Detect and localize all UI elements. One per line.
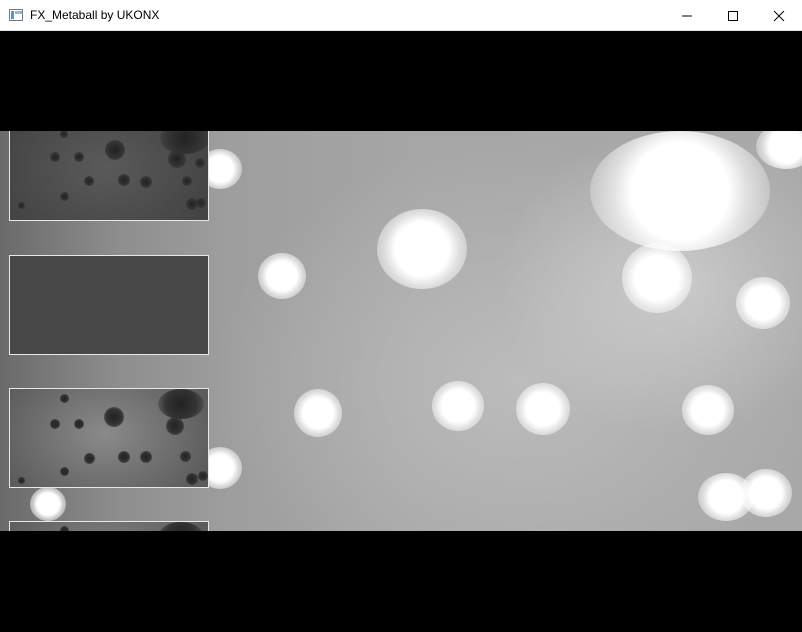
thumb-dot [195,158,205,168]
window-title: FX_Metaball by UKONX [30,8,160,22]
app-window-icon [9,9,23,21]
thumb-dot [166,417,184,435]
thumb-dot [50,419,60,429]
thumb-dot [18,202,25,209]
thumb-dot [180,451,191,462]
metaball [590,131,770,251]
title-bar[interactable]: FX_Metaball by UKONX [0,0,802,31]
thumb-dot [60,394,69,403]
metaball [622,243,692,313]
thumb-dot [168,150,186,168]
thumb-dot [158,389,204,419]
thumb-dot [60,467,69,476]
metaball [736,277,790,329]
thumb-dot [196,198,206,208]
minimize-button[interactable] [664,0,710,31]
thumb-dot [105,140,125,160]
thumb-dot [84,176,94,186]
thumbnail-panel[interactable] [9,255,209,355]
metaball [294,389,342,437]
thumb-dot [186,473,198,485]
metaball [258,253,306,299]
close-button[interactable] [756,0,802,31]
thumbnail-panel[interactable] [9,521,209,531]
letterbox-bottom [0,531,802,632]
metaball [740,469,792,517]
thumb-dot [198,471,208,481]
thumb-dot [118,451,130,463]
thumb-dot [60,192,69,201]
thumb-dot [118,174,130,186]
thumb-dot [18,477,25,484]
close-icon [773,10,785,22]
thumb-dot [160,131,208,154]
thumbnail-panel[interactable] [9,131,209,221]
thumb-dot [74,419,84,429]
thumb-dot [158,522,204,531]
metaball [756,131,802,169]
thumb-dot [74,152,84,162]
metaball [432,381,484,431]
maximize-icon [728,11,738,21]
thumbnail-panel[interactable] [9,388,209,488]
metaball [30,487,66,521]
thumb-dot [104,407,124,427]
thumb-dot [140,451,152,463]
thumb-dot [84,453,95,464]
letterbox-top [0,31,802,131]
minimize-icon [682,15,692,17]
thumb-dot [182,176,192,186]
thumb-dot [60,131,68,138]
metaball [516,383,570,435]
metaball [377,209,467,289]
thumb-dot [50,152,60,162]
app-window: FX_Metaball by UKONX [0,0,802,632]
thumb-dot [140,176,152,188]
metaball [682,385,734,435]
metaball-render-canvas[interactable] [0,131,802,531]
maximize-button[interactable] [710,0,756,31]
